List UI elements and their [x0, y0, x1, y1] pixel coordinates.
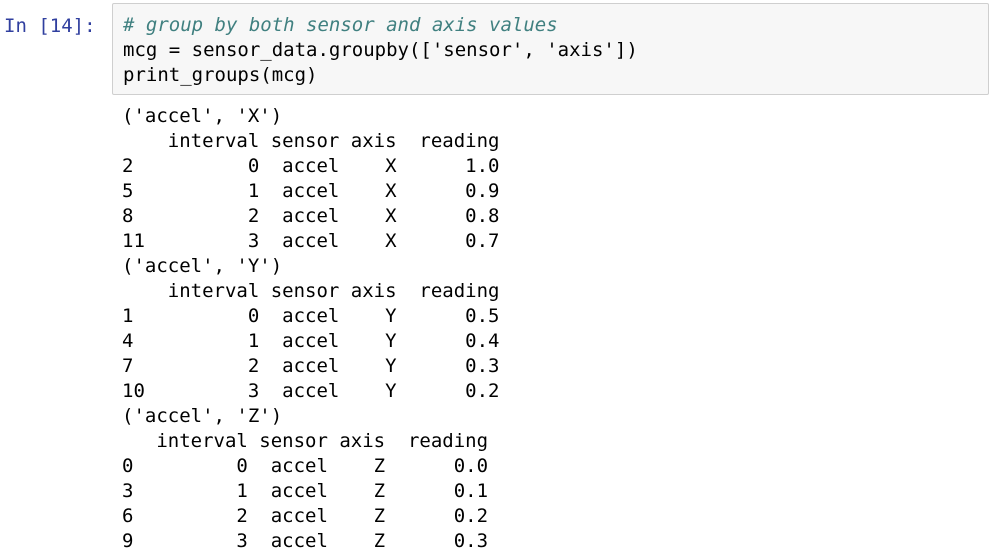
table-header: interval sensor axis reading [122, 130, 500, 152]
table-row: 3 1 accel Z 0.1 [122, 480, 489, 502]
cell-prompt: In [14]: [4, 15, 96, 37]
code-input-area[interactable]: # group by both sensor and axis values m… [112, 3, 989, 95]
table-row: 6 2 accel Z 0.2 [122, 505, 489, 527]
table-row: 8 2 accel X 0.8 [122, 205, 500, 227]
code-line-print: print_groups(mcg) [123, 64, 318, 86]
table-row: 11 3 accel X 0.7 [122, 230, 500, 252]
table-header: interval sensor axis reading [122, 430, 489, 452]
group-title: ('accel', 'Y') [122, 255, 283, 277]
table-row: 2 0 accel X 1.0 [122, 155, 500, 177]
code-comment-line: # group by both sensor and axis values [123, 14, 558, 36]
group-title: ('accel', 'X') [122, 105, 283, 127]
table-row: 4 1 accel Y 0.4 [122, 330, 500, 352]
table-row: 1 0 accel Y 0.5 [122, 305, 500, 327]
table-row: 5 1 accel X 0.9 [122, 180, 500, 202]
group-title: ('accel', 'Z') [122, 405, 283, 427]
table-row: 7 2 accel Y 0.3 [122, 355, 500, 377]
code-line-groupby: mcg = sensor_data.groupby(['sensor', 'ax… [123, 39, 638, 61]
table-header: interval sensor axis reading [122, 280, 500, 302]
table-row: 0 0 accel Z 0.0 [122, 455, 489, 477]
cell-output: ('accel', 'X') interval sensor axis read… [122, 104, 982, 554]
table-row: 9 3 accel Z 0.3 [122, 530, 489, 552]
table-row: 10 3 accel Y 0.2 [122, 380, 500, 402]
